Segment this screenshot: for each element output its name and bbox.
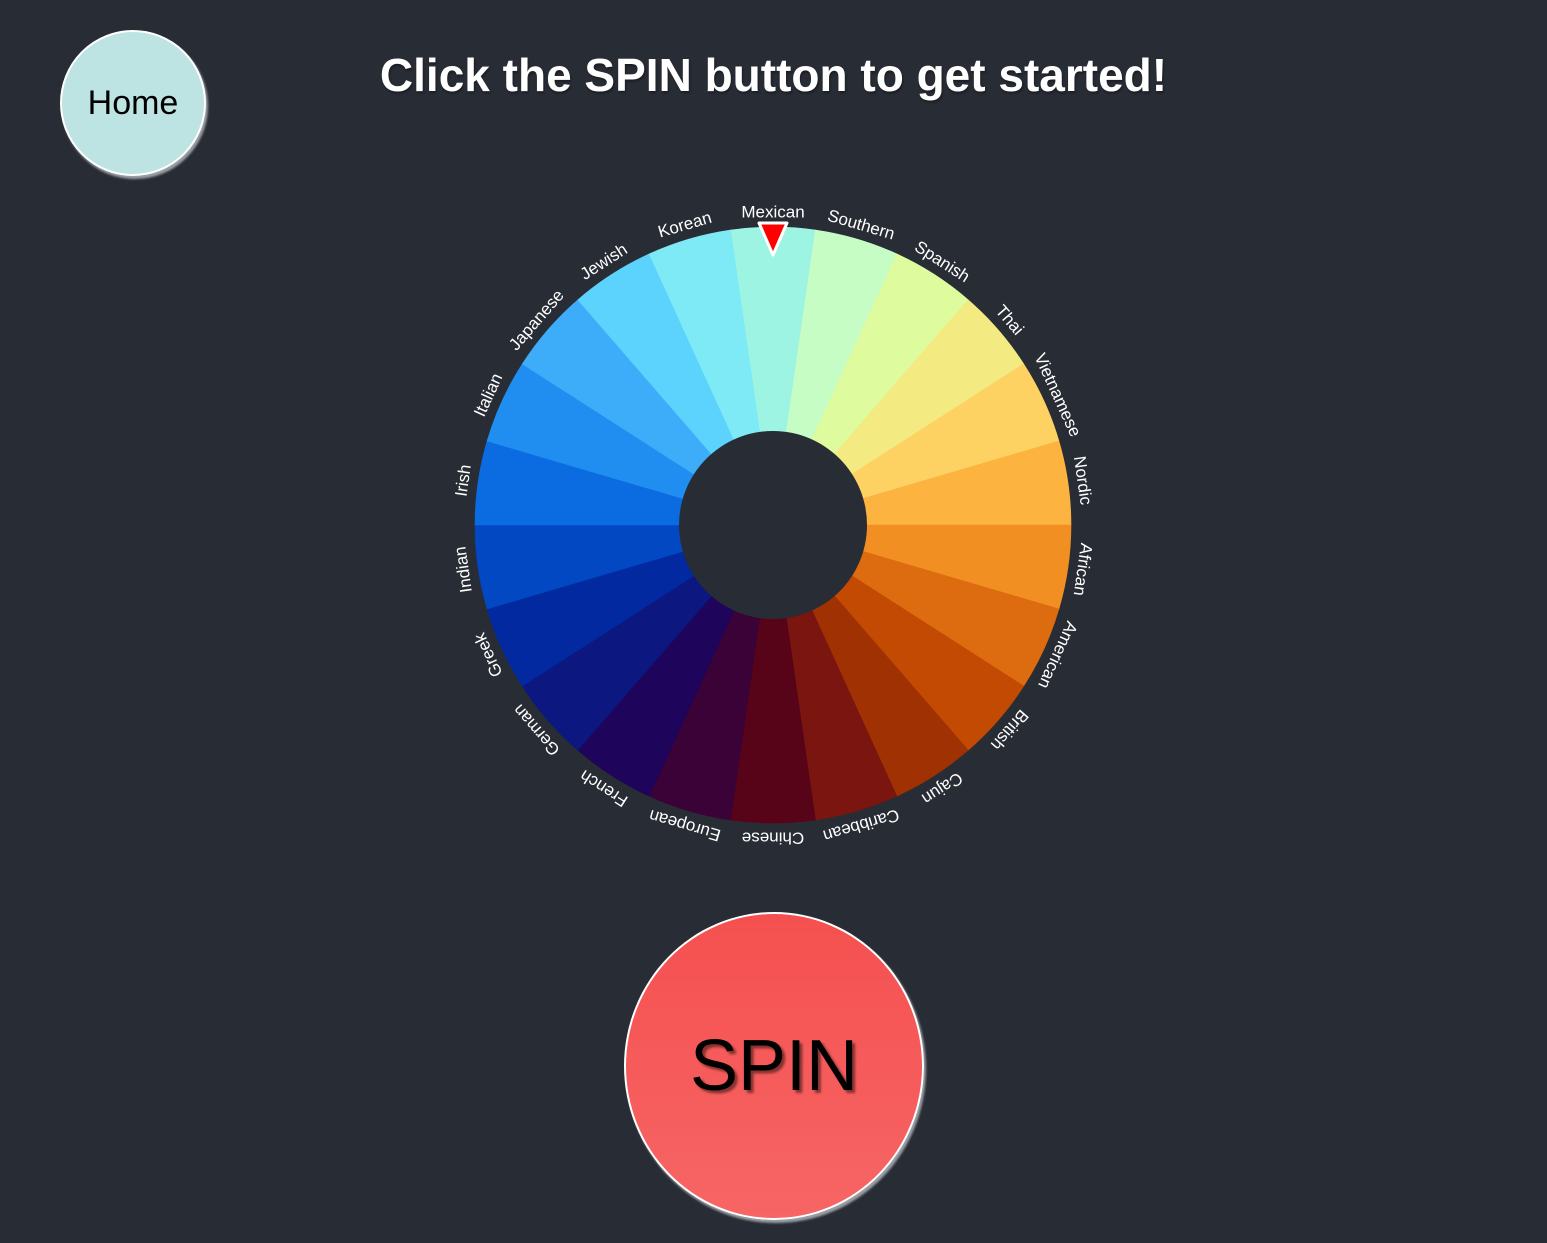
wheel-label-irish: Irish — [451, 463, 474, 498]
page-title: Click the SPIN button to get started! — [379, 49, 1168, 101]
wheel-label-mexican: Mexican — [741, 202, 804, 221]
spin-button[interactable]: SPIN — [624, 912, 924, 1220]
wheel-svg[interactable]: Mexican SouthernSpanishThaiVietnameseNord… — [423, 175, 1123, 875]
wheel-label-nordic: Nordic — [1070, 455, 1096, 507]
wheel-label-chinese: Chinese — [742, 829, 804, 848]
wheel-label-african: African — [1070, 542, 1096, 597]
wheel-hub — [679, 431, 867, 619]
wheel-label-indian: Indian — [450, 545, 475, 594]
page: Home Click the SPIN button to get starte… — [0, 0, 1547, 1243]
cuisine-wheel[interactable]: Mexican Southern Spanish Thai Vietnamese Nord… — [423, 175, 1123, 875]
